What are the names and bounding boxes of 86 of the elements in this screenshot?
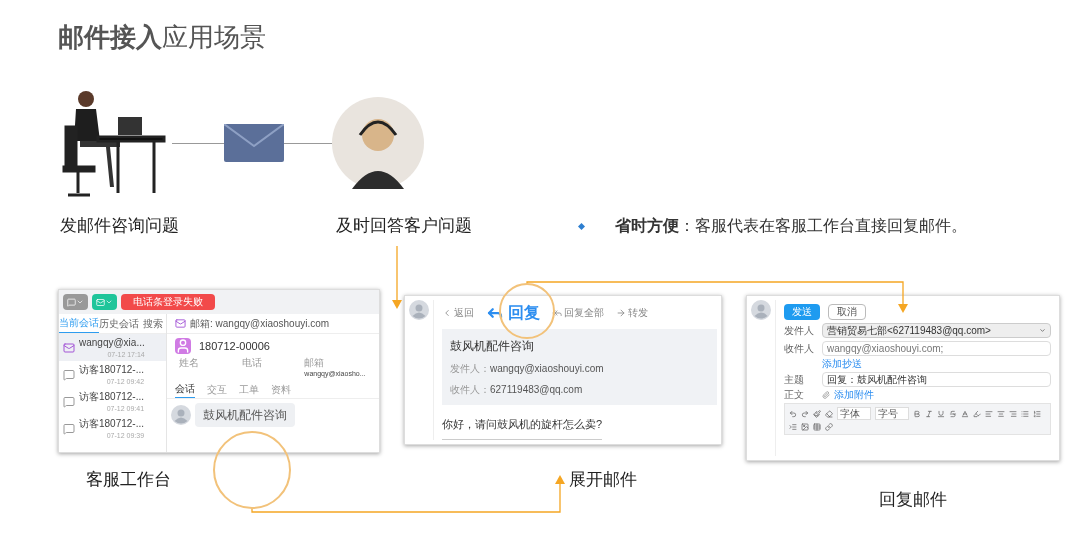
recipient-address: 627119483@qq.com: [490, 383, 583, 397]
link-icon[interactable]: [825, 423, 833, 431]
align-center-icon[interactable]: [997, 409, 1005, 418]
caret-icon: [76, 298, 84, 306]
mail-body: 你好，请问鼓风机的旋杆怎么卖?: [442, 409, 603, 440]
alert-banner: 电话条登录失败: [121, 294, 215, 310]
italic-icon[interactable]: [925, 409, 933, 418]
highlight-circle: [499, 283, 555, 339]
mail-icon: [96, 297, 105, 307]
panel-caption: 回复邮件: [879, 489, 947, 511]
avatar-icon: [409, 300, 429, 320]
session-tab[interactable]: 历史会话: [99, 314, 139, 333]
panel-caption: 客服工作台: [86, 469, 171, 491]
customer-label: 发邮件咨询问题: [60, 215, 180, 238]
back-button[interactable]: 返回: [442, 305, 474, 320]
mail-menu-button[interactable]: [92, 294, 117, 310]
chat-icon: [67, 297, 76, 307]
sender-select[interactable]: 营销贸易七部<627119483@qq.com>: [822, 323, 1051, 338]
forward-button[interactable]: 转发: [616, 305, 648, 320]
contact-id: 180712-00006: [199, 340, 270, 352]
avatar-icon: [751, 300, 771, 320]
back-icon: [442, 307, 452, 318]
field-label: 姓名: [179, 358, 200, 368]
session-name: wangqy@xia...: [79, 337, 145, 348]
highlight-text: 省时方便：客服代表在客服工作台直接回复邮件。: [615, 216, 967, 236]
mail-icon: [175, 318, 186, 329]
detail-tab[interactable]: 会话: [175, 381, 195, 398]
highlight-icon[interactable]: [973, 409, 981, 418]
session-tab[interactable]: 搜索: [139, 314, 166, 333]
session-name: 访客180712-...: [79, 364, 145, 375]
add-cc-link[interactable]: 添加抄送: [822, 359, 862, 369]
numbered-list-icon[interactable]: [1033, 409, 1041, 418]
field-label: 电话: [241, 358, 263, 368]
caret-icon: [105, 298, 113, 306]
agent-label: 及时回答客户问题: [336, 215, 473, 238]
mail-icon: [63, 341, 75, 354]
font-select[interactable]: 字体: [837, 407, 871, 420]
connector-arrow: [392, 245, 402, 309]
recipient-field[interactable]: wangqy@xiaoshouyi.com;: [822, 341, 1051, 356]
paintbrush-icon[interactable]: [813, 409, 821, 418]
sender-address: wangqy@xiaoshouyi.com: [490, 362, 604, 376]
strikethrough-icon[interactable]: [949, 409, 957, 418]
sender-label: 发件人: [784, 325, 815, 336]
caret-icon: [1039, 327, 1046, 334]
align-left-icon[interactable]: [985, 409, 993, 418]
underline-icon[interactable]: [937, 409, 945, 418]
paperclip-icon: [822, 391, 830, 399]
cancel-button[interactable]: 取消: [828, 304, 866, 320]
bullet-icon: [578, 222, 585, 230]
bullet-list-icon[interactable]: [1021, 409, 1029, 418]
chat-icon: [63, 368, 75, 381]
chat-menu-button[interactable]: [63, 294, 88, 310]
subject-label: 主题: [784, 374, 805, 385]
image-icon[interactable]: [801, 423, 809, 431]
sender-label: 发件人：: [450, 362, 490, 376]
redo-icon[interactable]: [801, 409, 809, 418]
body-label: 正文: [784, 390, 805, 400]
field-label: 邮箱: [304, 358, 326, 368]
eraser-icon[interactable]: [825, 409, 833, 418]
bold-icon[interactable]: [913, 409, 921, 418]
reply-button[interactable]: 回复: [486, 300, 540, 325]
contact-icon: [175, 338, 191, 354]
indent-icon[interactable]: [789, 423, 797, 431]
mail-subject: 鼓风机配件咨询: [450, 338, 535, 355]
session-name: 访客180712-...: [79, 391, 145, 402]
size-select[interactable]: 字号: [875, 407, 909, 420]
add-attachment-link[interactable]: 添加附件: [834, 390, 874, 400]
align-right-icon[interactable]: [1009, 409, 1017, 418]
envelope-icon: [224, 124, 284, 162]
subject-field[interactable]: 回复：鼓风机配件咨询: [822, 372, 1051, 387]
chat-icon: [63, 422, 75, 435]
slide-title: 邮件接入应用场景: [58, 21, 266, 54]
reply-all-button[interactable]: 回复全部: [552, 305, 604, 320]
email-address: 邮箱: wangqy@xiaoshouyi.com: [190, 318, 330, 329]
recipient-label: 收件人：: [450, 383, 490, 397]
recipient-label: 收件人: [784, 343, 815, 354]
forward-icon: [616, 307, 626, 318]
panel-caption: 展开邮件: [569, 469, 637, 491]
undo-icon[interactable]: [789, 409, 797, 418]
avatar-icon: [171, 405, 191, 425]
font-color-icon[interactable]: [961, 409, 969, 418]
message-bubble: 鼓风机配件咨询: [195, 403, 295, 427]
chat-icon: [63, 395, 75, 408]
table-icon[interactable]: [813, 423, 821, 431]
session-name: 访客180712-...: [79, 418, 145, 429]
reply-all-icon: [552, 307, 562, 318]
